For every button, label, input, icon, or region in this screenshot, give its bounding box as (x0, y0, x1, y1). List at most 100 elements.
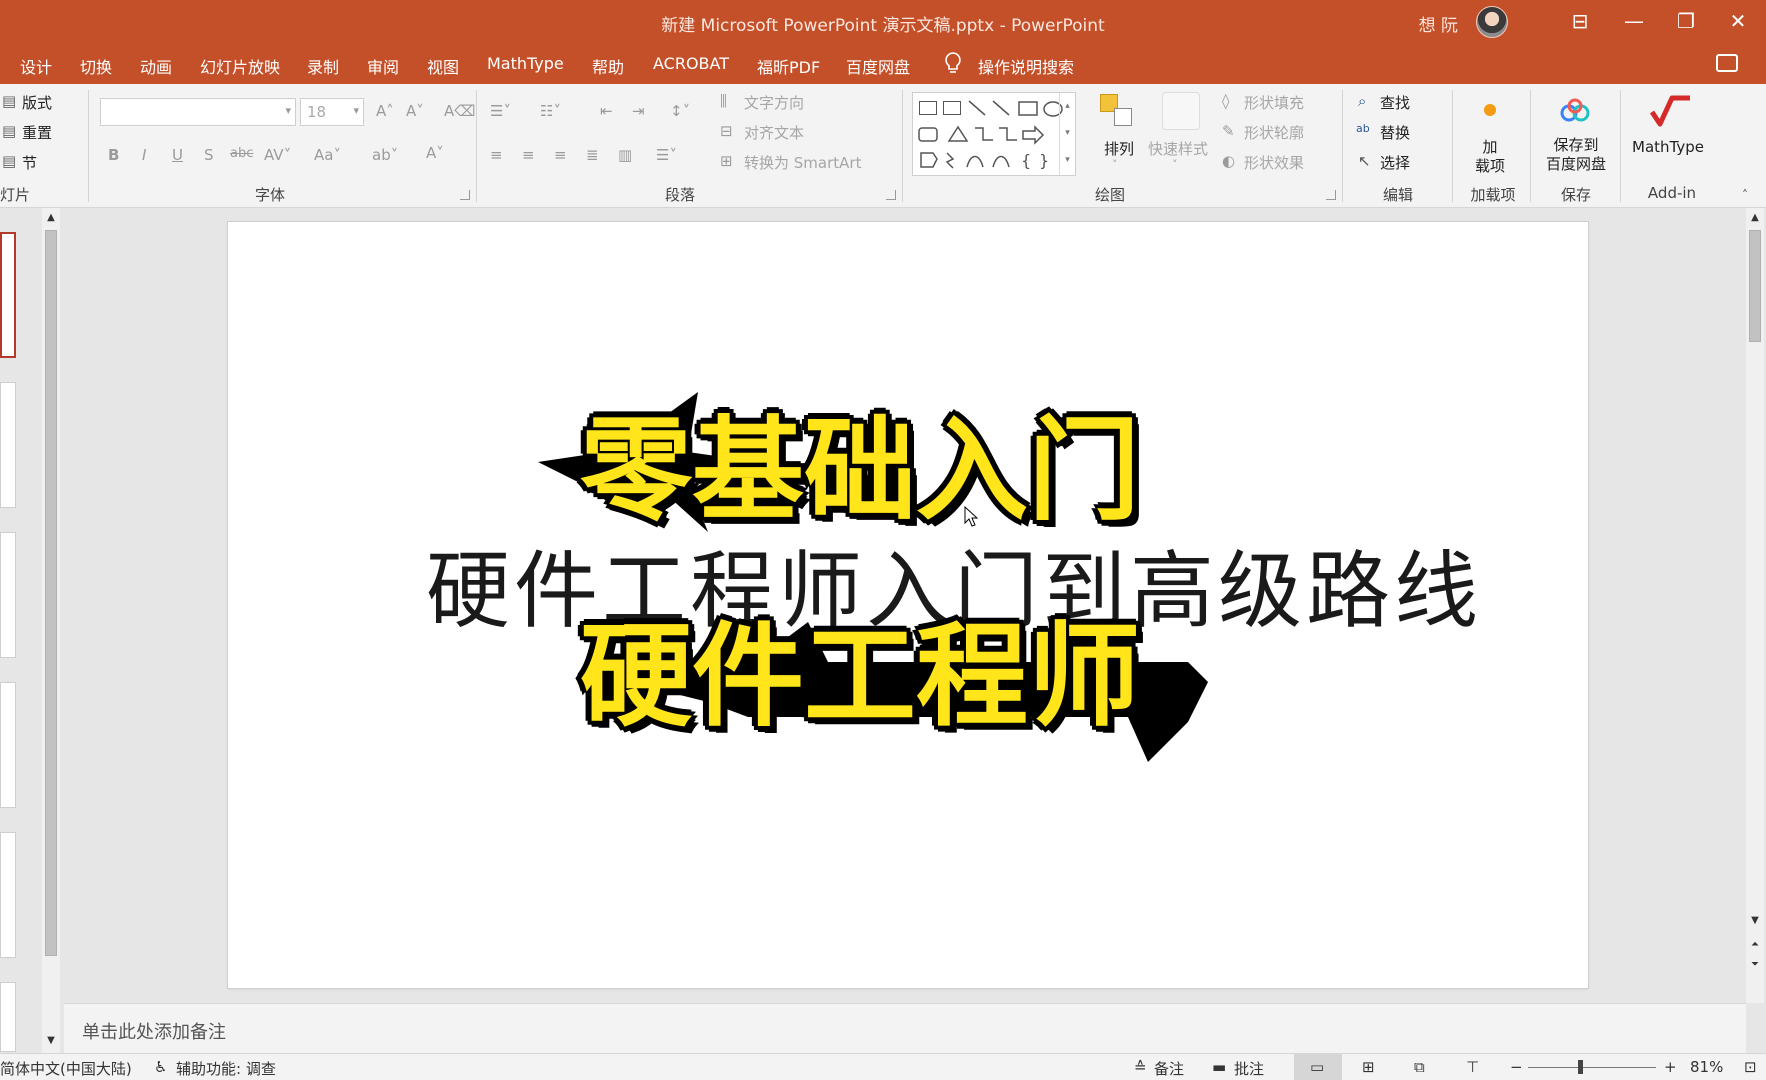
previous-slide-icon[interactable]: ⏶ (1749, 939, 1761, 951)
slide-sorter-icon[interactable]: ⊞ (1362, 1058, 1375, 1076)
tab-foxit-pdf[interactable]: 福昕PDF (757, 54, 820, 78)
align-text-button[interactable]: 对齐文本 (744, 122, 804, 143)
layout-button[interactable]: 版式 (22, 92, 52, 113)
tab-baidu-netdisk[interactable]: 百度网盘 (846, 54, 910, 78)
tab-acrobat[interactable]: ACROBAT (653, 54, 729, 73)
shadow-icon[interactable]: S (204, 146, 214, 164)
scroll-up-icon[interactable]: ▲ (45, 212, 57, 224)
tab-mathtype[interactable]: MathType (487, 54, 564, 73)
textbox-shape-icon[interactable] (919, 101, 937, 115)
zoom-out-icon[interactable]: − (1510, 1058, 1523, 1076)
save-to-baidu-button[interactable]: 保存到 百度网盘 (1540, 136, 1612, 174)
slide-thumbnail[interactable] (0, 232, 16, 358)
slide-thumbnail[interactable] (0, 682, 16, 808)
slide-thumbnail[interactable] (0, 982, 16, 1052)
basic-shapes-icon[interactable] (917, 125, 1057, 145)
more-shapes-icon[interactable]: { } (917, 149, 1057, 171)
decrease-font-icon[interactable]: A˅ (406, 102, 424, 120)
minimize-button[interactable]: — (1606, 0, 1662, 44)
slide-canvas[interactable]: 零基础入门 硬件工程师入门到高级路线 硬件工程师 (228, 222, 1588, 988)
notes-toggle-button[interactable]: 备注 (1154, 1058, 1184, 1079)
tab-review[interactable]: 审阅 (367, 54, 399, 78)
zoom-slider[interactable] (1528, 1067, 1656, 1068)
quick-styles-button[interactable]: 快速样式 (1148, 138, 1208, 159)
align-center-icon[interactable]: ≡ (522, 146, 535, 164)
slide-thumbnail[interactable] (0, 832, 16, 958)
lightbulb-icon[interactable] (944, 52, 962, 74)
shape-fill-button[interactable]: 形状填充 (1244, 92, 1304, 113)
avatar[interactable] (1476, 6, 1508, 38)
highlight-icon[interactable]: ab˅ (372, 146, 398, 164)
select-button[interactable]: 选择 (1380, 152, 1410, 173)
tab-design[interactable]: 设计 (20, 54, 52, 78)
columns-icon[interactable]: ☰˅ (656, 146, 677, 164)
bullets-icon[interactable]: ☰˅ (490, 102, 511, 120)
font-color-icon[interactable]: A˅ (426, 144, 444, 162)
reading-view-icon[interactable]: ⧉ (1414, 1058, 1425, 1076)
accessibility-status[interactable]: 辅助功能: 调查 (176, 1058, 276, 1079)
scroll-down-icon[interactable]: ▼ (1749, 915, 1761, 927)
fit-slide-icon[interactable]: ⊡ (1744, 1058, 1757, 1076)
increase-indent-icon[interactable]: ⇥ (632, 102, 645, 120)
find-button[interactable]: 查找 (1380, 92, 1410, 113)
notes-pane[interactable]: 单击此处添加备注 (64, 1003, 1746, 1053)
char-spacing-icon[interactable]: AV˅ (264, 146, 291, 164)
shapes-gallery-scroll[interactable]: ▴ ▾ ▾ (1059, 93, 1075, 175)
line-spacing-icon[interactable]: ↕˅ (670, 102, 690, 120)
zoom-in-icon[interactable]: + (1664, 1058, 1677, 1076)
tab-view[interactable]: 视图 (427, 54, 459, 78)
drawing-dialog-launcher[interactable] (1326, 190, 1336, 200)
close-button[interactable]: ✕ (1710, 0, 1766, 44)
increase-font-icon[interactable]: A˄ (376, 102, 394, 120)
font-size-combo[interactable]: 18 ▾ (300, 98, 364, 126)
line-shapes-icon[interactable] (967, 99, 1067, 117)
text-direction-button[interactable]: 文字方向 (744, 92, 804, 113)
shape-outline-button[interactable]: 形状轮廓 (1244, 122, 1304, 143)
user-name[interactable]: 想 阮 (1419, 11, 1458, 36)
collapse-ribbon-icon[interactable]: ˄ (1742, 188, 1748, 202)
bold-icon[interactable]: B (108, 146, 119, 164)
strikethrough-icon[interactable]: abc (230, 146, 253, 161)
underline-icon[interactable]: U (172, 146, 183, 164)
tab-slideshow[interactable]: 幻灯片放映 (200, 54, 280, 78)
tab-animations[interactable]: 动画 (140, 54, 172, 78)
section-button[interactable]: 节 (22, 152, 37, 173)
change-case-icon[interactable]: Aa˅ (314, 146, 341, 164)
tab-record[interactable]: 录制 (307, 54, 339, 78)
tab-help[interactable]: 帮助 (592, 54, 624, 78)
italic-icon[interactable]: I (142, 146, 146, 164)
language-status[interactable]: 简体中文(中国大陆) (0, 1058, 132, 1079)
zoom-slider-knob[interactable] (1578, 1060, 1583, 1074)
restore-button[interactable]: ❐ (1658, 0, 1714, 44)
replace-button[interactable]: 替换 (1380, 122, 1410, 143)
clear-format-icon[interactable]: A⌫ (444, 102, 475, 120)
notes-placeholder[interactable]: 单击此处添加备注 (82, 1018, 226, 1044)
vertical-textbox-icon[interactable] (943, 101, 961, 115)
slide-thumbnail[interactable] (0, 382, 16, 508)
editor-scroll-thumb[interactable] (1749, 230, 1761, 342)
thumbnail-scrollbar[interactable]: ▲ ▼ (42, 208, 60, 1053)
editor-scrollbar[interactable]: ▲ ▼ ⏶ ⏷ (1746, 208, 1764, 1003)
decrease-indent-icon[interactable]: ⇤ (600, 102, 613, 120)
next-slide-icon[interactable]: ⏷ (1749, 959, 1761, 971)
shapes-gallery[interactable]: { } ▴ ▾ ▾ (912, 92, 1076, 176)
shape-effects-button[interactable]: 形状效果 (1244, 152, 1304, 173)
smartart-button[interactable]: 转换为 SmartArt (744, 152, 861, 173)
zoom-level[interactable]: 81% (1690, 1058, 1723, 1076)
addins-button[interactable]: 加 载项 (1470, 138, 1510, 176)
justify-icon[interactable]: ≣ (586, 146, 599, 164)
thumbnail-scroll-thumb[interactable] (45, 230, 57, 956)
numbering-icon[interactable]: ☷˅ (540, 102, 561, 120)
scroll-up-icon[interactable]: ▲ (1749, 212, 1761, 224)
font-name-combo[interactable]: ▾ (100, 98, 296, 126)
font-dialog-launcher[interactable] (460, 190, 470, 200)
tell-me-search[interactable]: 操作说明搜索 (978, 54, 1074, 78)
slideshow-icon[interactable]: ⊤ (1466, 1058, 1479, 1076)
arrange-button[interactable]: 排列 (1104, 138, 1134, 159)
mathtype-button[interactable]: MathType (1632, 138, 1704, 156)
slide-thumbnail[interactable] (0, 532, 16, 658)
ribbon-display-options-icon[interactable]: ⊟ (1552, 0, 1608, 44)
comments-icon[interactable] (1716, 54, 1738, 72)
headline-top[interactable]: 零基础入门 (580, 380, 1140, 542)
comments-toggle-button[interactable]: 批注 (1234, 1058, 1264, 1079)
